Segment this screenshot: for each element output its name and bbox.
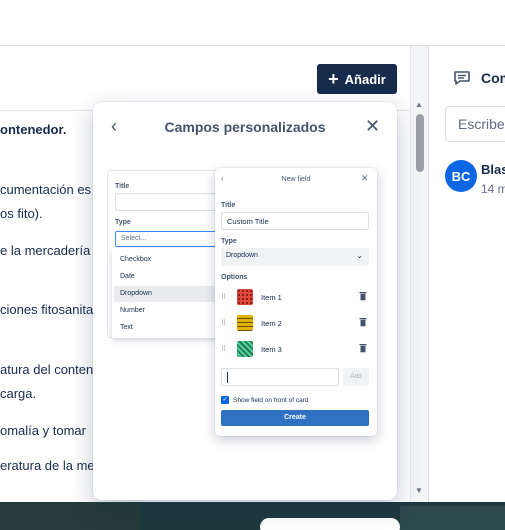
illus-option: Checkbox [120, 256, 152, 263]
background-shape [400, 506, 505, 530]
scroll-down-icon[interactable]: ▼ [415, 486, 423, 495]
comment-author[interactable]: Blas [481, 162, 505, 177]
chevron-down-icon: ⌄ [356, 251, 363, 260]
drag-handle-icon: ⠿ [221, 294, 227, 301]
scroll-thumb[interactable] [416, 114, 424, 172]
illus-add-button: Add [343, 368, 369, 386]
illus-title-input: Custom Title [221, 212, 369, 230]
illus-item-label: Item 1 [261, 292, 282, 302]
checkmark-icon: ✓ [221, 396, 229, 404]
doc-line: atura del conten [0, 362, 94, 377]
plus-icon: + [328, 69, 339, 89]
illus-option: Number [120, 307, 145, 314]
doc-line: carga. [0, 386, 37, 401]
illus-select: Select... [115, 231, 219, 247]
comments-header: Com [453, 70, 505, 86]
illus-option-item: ⠿ Item 2 [221, 314, 369, 332]
illustration-front-card: ‹ New field ✕ Title Custom Title Type Dr… [215, 168, 377, 436]
doc-line: os fito). [0, 206, 43, 221]
add-button-label: Añadir [344, 71, 386, 87]
trash-icon [359, 292, 367, 301]
comments-panel: Com Escribe BC Blas 14 m [429, 46, 505, 502]
illus-type-label: Type [221, 238, 237, 245]
top-strip [0, 0, 505, 46]
illus-close-icon: ✕ [361, 173, 369, 183]
illus-item-label: Item 2 [261, 318, 282, 328]
doc-line: omalía y tomar [0, 423, 86, 438]
avatar[interactable]: BC [445, 160, 477, 192]
comment-time: 14 m [481, 182, 505, 196]
custom-fields-popover: ‹ Campos personalizados ✕ Title Type Sel… [93, 102, 397, 500]
illus-option-selected: Dropdown [114, 286, 218, 302]
illus-new-field-title: New field [281, 176, 311, 183]
illus-title-input [115, 193, 219, 211]
drag-handle-icon: ⠿ [221, 346, 227, 353]
doc-line: ontenedor. [0, 122, 67, 137]
illus-show-on-front-checkbox: ✓ Show field on front of card [221, 396, 309, 404]
drag-handle-icon: ⠿ [221, 320, 227, 327]
color-swatch [237, 315, 253, 331]
scrollbar[interactable]: ▲ ▼ [410, 46, 428, 502]
background-shape [260, 518, 400, 530]
illus-create-button: Create [221, 410, 369, 426]
doc-line: e la mercadería [0, 243, 91, 258]
illus-title-label: Title [115, 183, 130, 190]
illus-add-option-input [221, 368, 339, 386]
color-swatch [237, 341, 253, 357]
illus-dropdown-menu: Checkbox Date Dropdown Number Text [112, 248, 220, 338]
board-background [0, 502, 505, 530]
popover-title: Campos personalizados [164, 119, 326, 135]
text-caret [227, 372, 228, 383]
illus-option: Text [120, 324, 133, 331]
comment-input[interactable]: Escribe [445, 106, 505, 142]
illus-type-label: Type [115, 219, 131, 226]
add-button[interactable]: + Añadir [317, 64, 397, 94]
comments-title: Com [481, 70, 505, 86]
illus-option: Date [120, 273, 135, 280]
illus-checkbox-label: Show field on front of card [233, 396, 309, 404]
comment-icon [454, 71, 470, 85]
doc-line: ciones fitosanita [0, 302, 94, 317]
illus-option-item: ⠿ Item 1 [221, 288, 369, 306]
trash-icon [359, 318, 367, 327]
close-icon[interactable]: ✕ [365, 116, 380, 137]
color-swatch [237, 289, 253, 305]
illus-type-value: Dropdown [226, 252, 258, 259]
illus-option-item: ⠿ Item 3 [221, 340, 369, 358]
background-shape [0, 502, 140, 530]
doc-line: cumentación es [0, 182, 92, 197]
doc-line: eratura de la me [0, 458, 95, 473]
illus-item-label: Item 3 [261, 344, 282, 354]
illus-type-select: Dropdown ⌄ [221, 248, 369, 266]
illus-options-label: Options [221, 274, 248, 281]
custom-fields-illustration: Title Type Select... Checkbox Date Dropd… [107, 168, 383, 458]
trash-icon [359, 344, 367, 353]
scroll-up-icon[interactable]: ▲ [415, 100, 423, 109]
illus-title-label: Title [221, 202, 236, 209]
